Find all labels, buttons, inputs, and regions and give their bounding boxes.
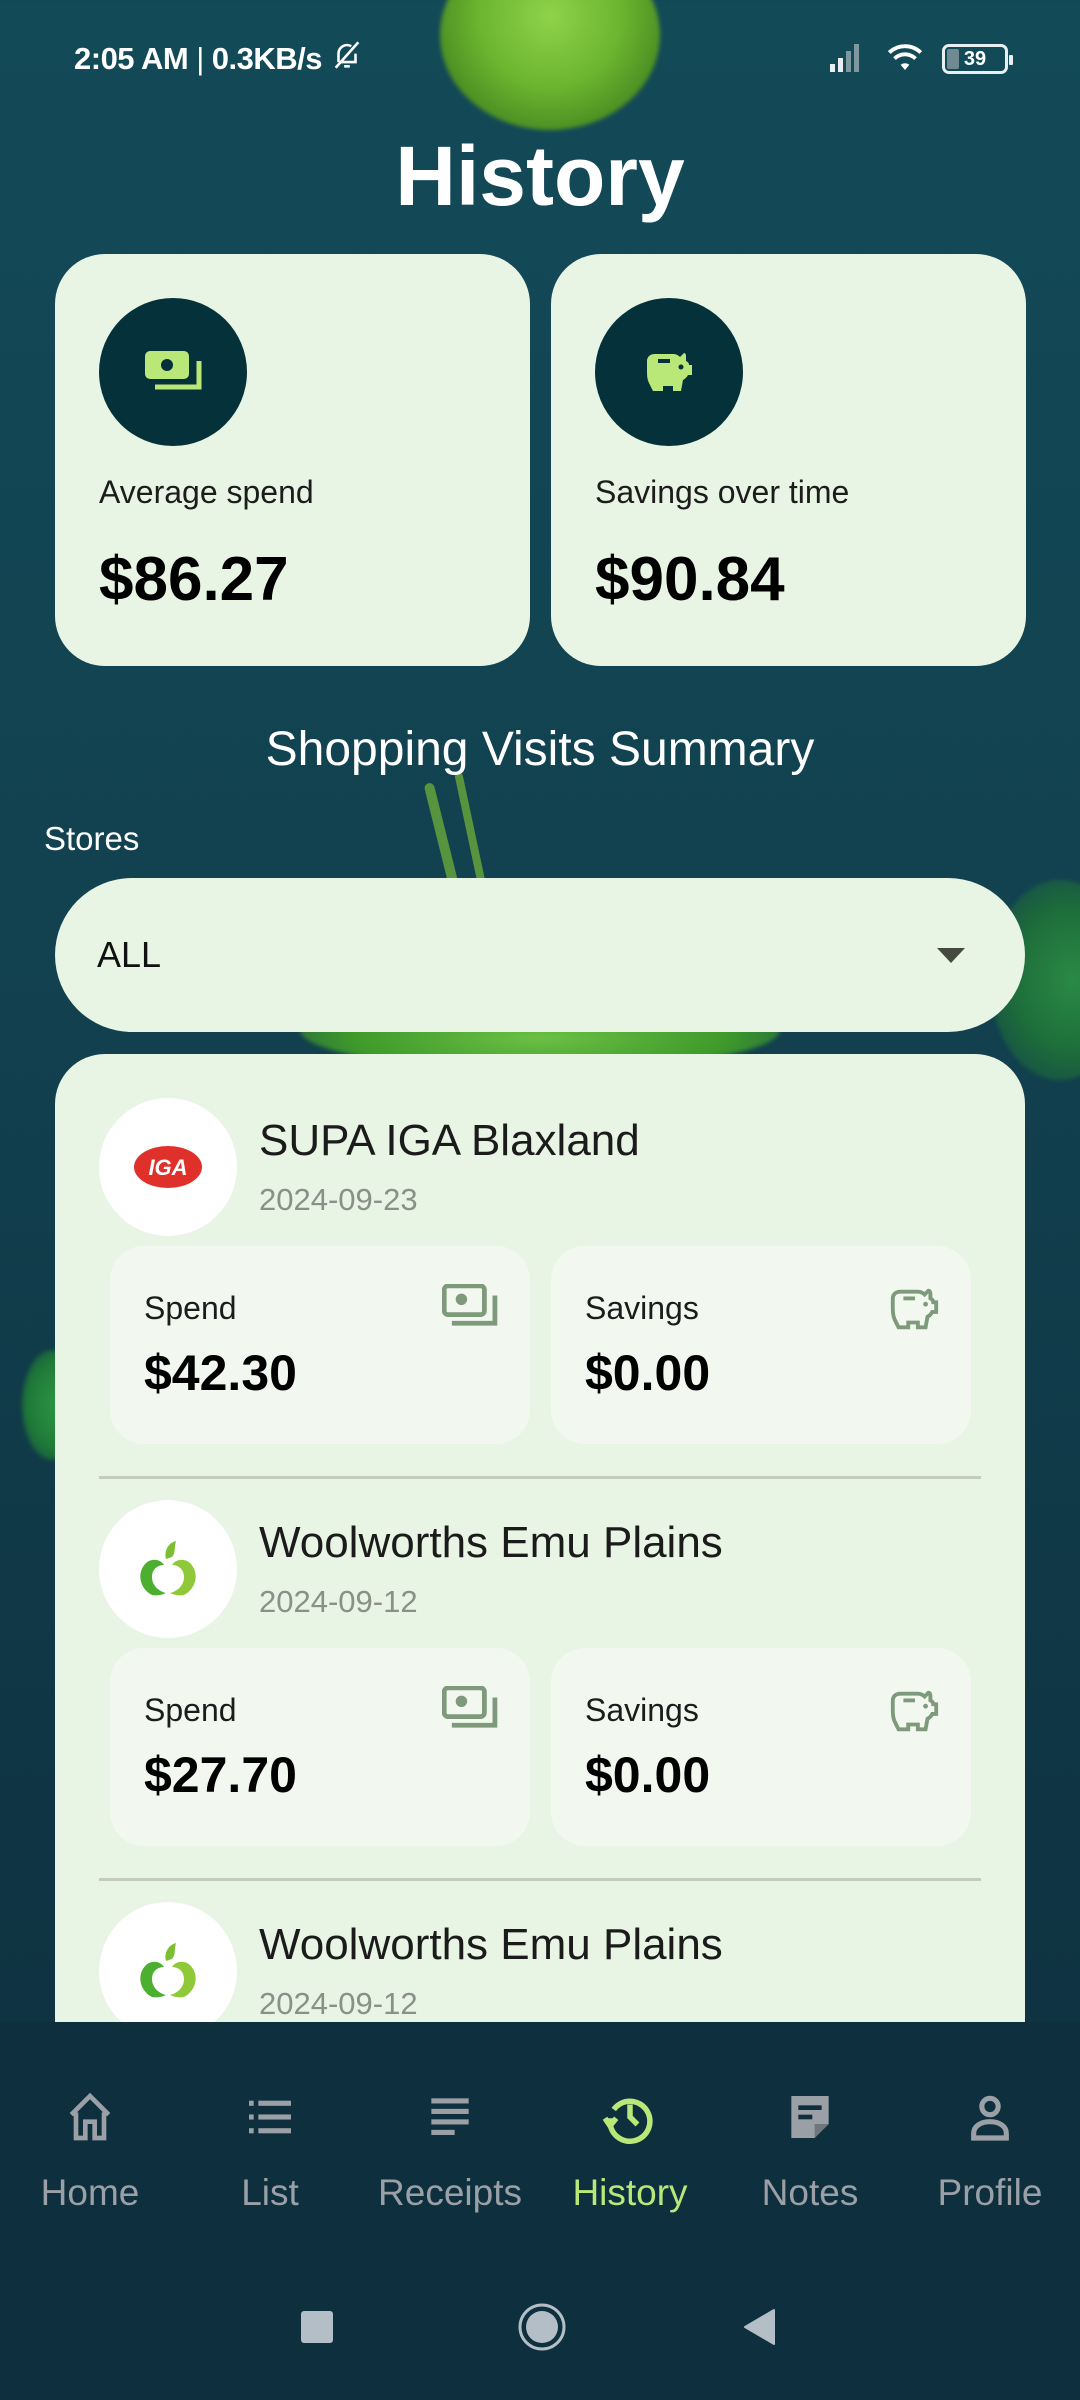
woolworths-logo bbox=[99, 1902, 237, 2024]
nav-home[interactable]: Home bbox=[0, 2082, 180, 2214]
system-navigation-bar bbox=[0, 2300, 1080, 2360]
average-spend-card: Average spend $86.27 bbox=[55, 254, 530, 666]
bell-off-icon bbox=[330, 38, 364, 80]
profile-icon bbox=[962, 2082, 1018, 2152]
nav-receipts-label: Receipts bbox=[378, 2172, 522, 2213]
receipts-icon bbox=[422, 2082, 478, 2152]
notes-icon bbox=[782, 2082, 838, 2152]
status-bar: 2:05 AM | 0.3KB/s 39 bbox=[0, 0, 1080, 120]
status-time: 2:05 AM bbox=[74, 41, 189, 76]
savings-over-time-card: Savings over time $90.84 bbox=[551, 254, 1026, 666]
average-spend-value: $86.27 bbox=[99, 545, 289, 614]
savings-over-time-value: $90.84 bbox=[595, 545, 785, 614]
home-icon bbox=[62, 2082, 118, 2152]
visits-list[interactable]: IGA SUPA IGA Blaxland 2024-09-23 Spend $… bbox=[55, 1054, 1025, 2024]
caret-down-icon bbox=[937, 947, 965, 963]
cash-icon bbox=[441, 1283, 500, 1333]
savings-value: $0.00 bbox=[585, 1345, 711, 1401]
home-button[interactable] bbox=[517, 2302, 567, 2357]
savings-value: $0.00 bbox=[585, 1747, 711, 1803]
iga-logo: IGA bbox=[99, 1098, 237, 1236]
nav-profile[interactable]: Profile bbox=[900, 2082, 1080, 2214]
divider bbox=[99, 1878, 981, 1881]
list-icon bbox=[242, 2082, 298, 2152]
nav-history-label: History bbox=[572, 2172, 688, 2213]
savings-over-time-label: Savings over time bbox=[595, 474, 850, 510]
nav-history[interactable]: History bbox=[540, 2082, 720, 2214]
battery-level: 39 bbox=[963, 47, 987, 70]
nav-notes[interactable]: Notes bbox=[720, 2082, 900, 2214]
nav-list-label: List bbox=[241, 2172, 299, 2213]
piggy-bank-icon bbox=[887, 1686, 941, 1741]
stores-dropdown-value: ALL bbox=[97, 934, 162, 975]
signal-icon bbox=[828, 40, 868, 77]
cash-icon bbox=[441, 1685, 500, 1735]
spend-value: $27.70 bbox=[144, 1747, 297, 1803]
store-name: Woolworths Emu Plains bbox=[259, 1920, 723, 1969]
nav-list[interactable]: List bbox=[180, 2082, 360, 2214]
savings-label: Savings bbox=[585, 1692, 699, 1728]
battery-icon: 39 bbox=[942, 43, 1013, 74]
network-speed: 0.3KB/s bbox=[211, 41, 323, 76]
spend-label: Spend bbox=[144, 1692, 237, 1728]
spend-label: Spend bbox=[144, 1290, 237, 1326]
cash-icon bbox=[99, 298, 247, 446]
savings-metric: Savings $0.00 bbox=[551, 1648, 971, 1846]
savings-metric: Savings $0.00 bbox=[551, 1246, 971, 1444]
stores-filter-label: Stores bbox=[44, 820, 140, 857]
piggy-bank-icon bbox=[595, 298, 743, 446]
section-title: Shopping Visits Summary bbox=[265, 723, 815, 776]
stores-dropdown[interactable]: ALL bbox=[55, 878, 1025, 1032]
piggy-bank-icon bbox=[887, 1284, 941, 1339]
visit-date: 2024-09-12 bbox=[259, 1986, 418, 2021]
nav-receipts[interactable]: Receipts bbox=[360, 2082, 540, 2214]
spend-metric: Spend $42.30 bbox=[110, 1246, 530, 1444]
visit-date: 2024-09-23 bbox=[259, 1182, 418, 1217]
wifi-icon bbox=[884, 38, 926, 79]
nav-notes-label: Notes bbox=[761, 2172, 859, 2213]
spend-value: $42.30 bbox=[144, 1345, 297, 1401]
spend-metric: Spend $27.70 bbox=[110, 1648, 530, 1846]
savings-label: Savings bbox=[585, 1290, 699, 1326]
store-name: Woolworths Emu Plains bbox=[259, 1518, 723, 1567]
store-name: SUPA IGA Blaxland bbox=[259, 1116, 640, 1165]
back-button[interactable] bbox=[742, 2308, 776, 2351]
svg-text:IGA: IGA bbox=[148, 1155, 187, 1180]
page-title: History bbox=[395, 129, 685, 223]
nav-home-label: Home bbox=[40, 2172, 140, 2213]
woolworths-logo bbox=[99, 1500, 237, 1638]
nav-profile-label: Profile bbox=[937, 2172, 1043, 2213]
status-separator: | bbox=[196, 41, 204, 76]
visit-date: 2024-09-12 bbox=[259, 1584, 418, 1619]
average-spend-label: Average spend bbox=[99, 474, 314, 510]
history-icon bbox=[600, 2082, 660, 2152]
divider bbox=[99, 1476, 981, 1479]
recents-button[interactable] bbox=[300, 2310, 334, 2349]
